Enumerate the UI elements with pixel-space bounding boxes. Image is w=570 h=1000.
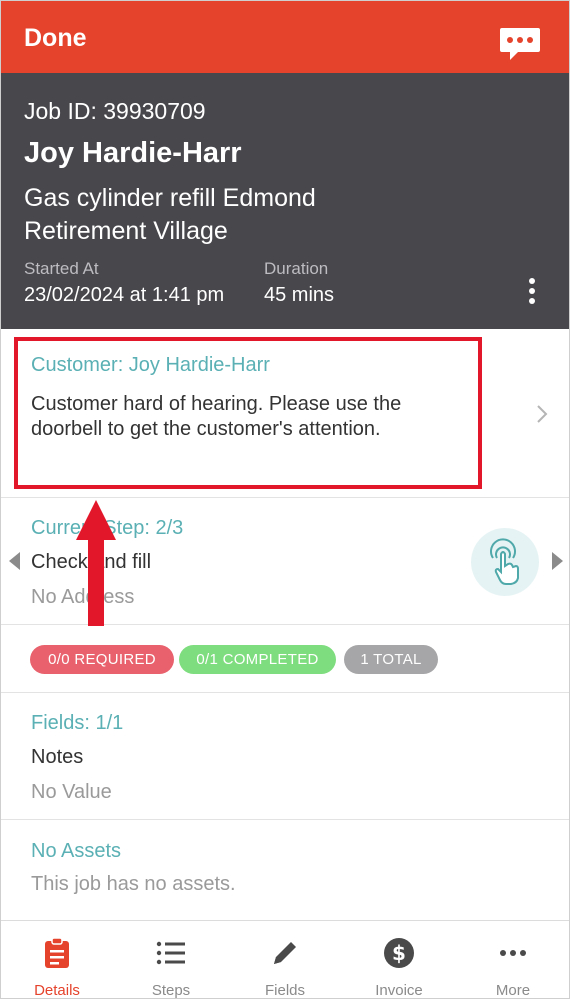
bottom-tab-bar: Details Steps Fields $ Invoice More — [0, 920, 570, 999]
done-button[interactable]: Done — [24, 24, 87, 53]
red-up-arrow-annotation — [76, 500, 116, 626]
duration-label: Duration — [264, 259, 329, 278]
list-icon — [156, 941, 185, 965]
divider — [0, 819, 570, 820]
assets-empty-text: This job has no assets. — [31, 873, 236, 895]
tab-steps[interactable]: Steps — [114, 921, 228, 1000]
tap-gesture-button[interactable] — [471, 528, 539, 596]
tab-label: Fields — [264, 982, 305, 999]
field-name: Notes — [31, 746, 84, 768]
clipboard-icon — [45, 937, 69, 968]
fields-section-label[interactable]: Fields: 1/1 — [31, 712, 123, 735]
tab-details[interactable]: Details — [0, 921, 114, 1000]
tab-label: Steps — [151, 982, 191, 999]
tab-invoice[interactable]: $ Invoice — [342, 921, 456, 1000]
tab-label: Details — [34, 982, 80, 999]
tab-more[interactable]: More — [456, 921, 570, 1000]
svg-text:$: $ — [392, 941, 406, 965]
divider — [0, 692, 570, 693]
dollar-icon: $ — [384, 938, 414, 968]
job-header: Job ID: 39930709 Joy Hardie-Harr Gas cyl… — [0, 73, 570, 329]
pencil-icon — [274, 942, 296, 964]
chat-bubble-icon[interactable] — [498, 26, 542, 62]
kebab-menu-icon[interactable] — [524, 278, 540, 304]
customer-note: Customer hard of hearing. Please use the… — [31, 393, 402, 440]
job-customer-name: Joy Hardie-Harr — [24, 137, 242, 169]
tab-fields[interactable]: Fields — [228, 921, 342, 1000]
duration-value: 45 mins — [264, 284, 335, 306]
job-title: Gas cylinder refill Edmond Retirement Vi… — [24, 184, 316, 245]
tab-label: More — [495, 982, 531, 999]
field-value: No Value — [31, 781, 112, 803]
next-step-arrow-icon[interactable] — [552, 552, 563, 570]
completed-badge: 0/1 COMPLETED — [179, 645, 336, 674]
assets-section-label[interactable]: No Assets — [31, 840, 121, 863]
customer-section-label[interactable]: Customer: Joy Hardie-Harr — [31, 354, 270, 377]
tab-label: Invoice — [375, 982, 423, 999]
started-at-value: 23/02/2024 at 1:41 pm — [24, 284, 225, 306]
chevron-right-icon[interactable] — [536, 404, 548, 424]
more-icon — [500, 950, 526, 956]
job-id: Job ID: 39930709 — [24, 98, 206, 124]
required-badge: 0/0 REQUIRED — [30, 645, 174, 674]
total-badge: 1 TOTAL — [344, 645, 438, 674]
started-at-label: Started At — [24, 259, 99, 278]
previous-step-arrow-icon[interactable] — [9, 552, 20, 570]
hand-touch-icon — [490, 538, 519, 585]
divider — [0, 497, 570, 498]
top-bar: Done — [0, 0, 570, 73]
